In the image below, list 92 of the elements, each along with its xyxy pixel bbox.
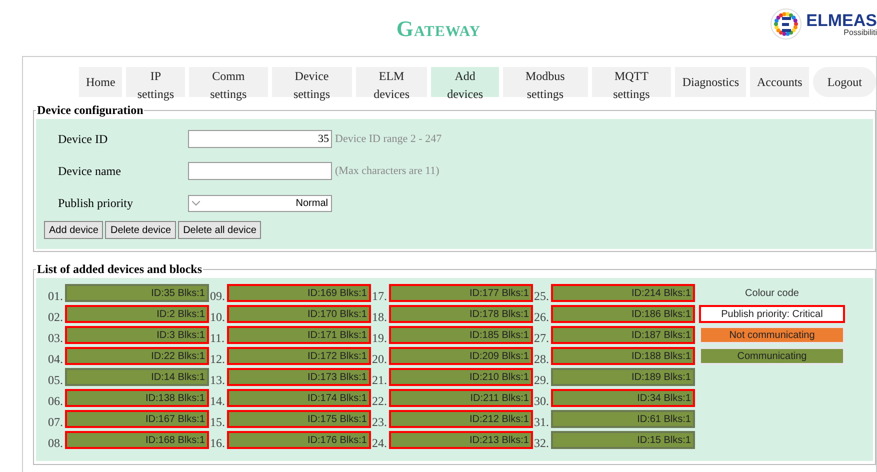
panel-legend: List of added devices and blocks (36, 260, 204, 278)
device-number: 19. (372, 332, 388, 344)
device-bar: ID:172 Blks:1 (227, 347, 371, 365)
device-number: 06. (48, 395, 64, 407)
nav-tab[interactable]: Add devices (431, 67, 499, 97)
device-bar: ID:173 Blks:1 (227, 368, 371, 386)
device-number: 18. (372, 311, 388, 323)
field-label: Device name (57, 163, 122, 180)
device-bar: ID:34 Blks:1 (551, 389, 695, 407)
device-bar: ID:187 Blks:1 (551, 326, 695, 344)
device-number: 14. (210, 395, 226, 407)
device-bar: ID:212 Blks:1 (389, 410, 533, 428)
device-number: 16. (210, 437, 226, 449)
device-number: 31. (534, 416, 550, 428)
device-bar: ID:213 Blks:1 (389, 431, 533, 449)
device-number: 32. (534, 437, 550, 449)
device-number: 17. (372, 290, 388, 302)
nav-tab[interactable]: Home (79, 67, 122, 97)
device-number: 08. (48, 437, 64, 449)
device-number: 02. (48, 311, 64, 323)
device-bar: ID:188 Blks:1 (551, 347, 695, 365)
device-number: 03. (48, 332, 64, 344)
device-bar: ID:61 Blks:1 (551, 410, 695, 428)
device-bar: ID:209 Blks:1 (389, 347, 533, 365)
field-label: Device ID (57, 131, 109, 148)
colour-legend-item: Not communicating (699, 326, 845, 344)
device-number: 04. (48, 353, 64, 365)
device-number: 23. (372, 416, 388, 428)
field-hint: Device ID range 2 - 247 (335, 132, 442, 147)
device-number: 20. (372, 353, 388, 365)
device-bar: ID:168 Blks:1 (65, 431, 209, 449)
device-number: 13. (210, 374, 226, 386)
action-button[interactable]: Add device (44, 221, 104, 239)
device-bar: ID:15 Blks:1 (551, 431, 695, 449)
device-number: 22. (372, 395, 388, 407)
device-number: 10. (210, 311, 226, 323)
device-number: 05. (48, 374, 64, 386)
colour-legend-item: Publish priority: Critical (699, 305, 845, 323)
action-button[interactable]: Delete all device (178, 221, 262, 239)
panel-legend: Device configuration (36, 101, 144, 119)
device-number: 30. (534, 395, 550, 407)
device-number: 26. (534, 311, 550, 323)
device-number: 27. (534, 332, 550, 344)
device-bar: ID:35 Blks:1 (65, 284, 209, 302)
device-bar: ID:210 Blks:1 (389, 368, 533, 386)
device-bar: ID:2 Blks:1 (65, 305, 209, 323)
device-bar: ID:211 Blks:1 (389, 389, 533, 407)
field-label: Publish priority (57, 195, 134, 212)
device-bar: ID:176 Blks:1 (227, 431, 371, 449)
nav-tab[interactable]: Diagnostics (675, 67, 746, 97)
chevron-icon (192, 200, 200, 206)
logo-tagline: Possibiliti (844, 28, 877, 36)
device-bar: ID:138 Blks:1 (65, 389, 209, 407)
device-bar: ID:167 Blks:1 (65, 410, 209, 428)
device-number: 01. (48, 290, 64, 302)
device-bar: ID:178 Blks:1 (389, 305, 533, 323)
text-field[interactable]: 35 (188, 130, 332, 148)
device-number: 24. (372, 437, 388, 449)
device-bar: ID:189 Blks:1 (551, 368, 695, 386)
device-number: 11. (210, 332, 226, 344)
device-bar: ID:170 Blks:1 (227, 305, 371, 323)
device-bar: ID:14 Blks:1 (65, 368, 209, 386)
colour-legend-item: Communicating (699, 347, 845, 365)
action-button[interactable]: Delete device (105, 221, 176, 239)
device-number: 25. (534, 290, 550, 302)
device-bar: ID:3 Blks:1 (65, 326, 209, 344)
device-number: 28. (534, 353, 550, 365)
device-bar: ID:214 Blks:1 (551, 284, 695, 302)
device-number: 12. (210, 353, 226, 365)
device-bar: ID:174 Blks:1 (227, 389, 371, 407)
device-bar: ID:175 Blks:1 (227, 410, 371, 428)
nav-tab[interactable]: ELM devices (356, 67, 428, 97)
device-bar: ID:177 Blks:1 (389, 284, 533, 302)
device-bar: ID:22 Blks:1 (65, 347, 209, 365)
nav-tab[interactable]: Accounts (750, 67, 810, 97)
device-number: 21. (372, 374, 388, 386)
logo-icon (770, 8, 802, 40)
page-title: Gateway (396, 14, 481, 42)
logo-name: ELMEAS (806, 12, 877, 28)
device-number: 09. (210, 290, 226, 302)
device-bar: ID:186 Blks:1 (551, 305, 695, 323)
device-number: 07. (48, 416, 64, 428)
device-bar: ID:169 Blks:1 (227, 284, 371, 302)
device-number: 29. (534, 374, 550, 386)
text-field[interactable] (188, 162, 332, 180)
device-number: 15. (210, 416, 226, 428)
device-bar: ID:185 Blks:1 (389, 326, 533, 344)
colour-code-title: Colour code (745, 286, 799, 300)
field-hint: (Max characters are 11) (335, 164, 440, 179)
nav-tab[interactable]: Logout (813, 67, 876, 97)
priority-select[interactable]: Normal (188, 194, 332, 212)
device-bar: ID:171 Blks:1 (227, 326, 371, 344)
